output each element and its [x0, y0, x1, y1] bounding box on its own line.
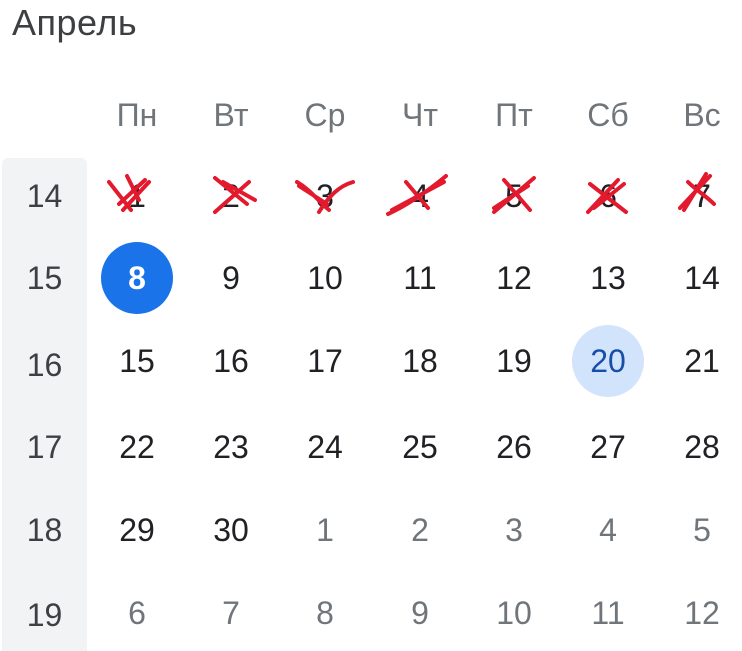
day-cell[interactable]: 25	[384, 411, 456, 483]
day-number: 8	[128, 260, 146, 296]
day-number: 27	[590, 429, 626, 465]
day-cell[interactable]: 27	[572, 411, 644, 483]
day-cell-crossed[interactable]: 4	[384, 160, 456, 232]
day-number: 11	[591, 595, 625, 631]
weekday-label: Пн	[116, 97, 158, 133]
day-number: 5	[693, 512, 711, 548]
day-cell-other-month[interactable]: 11	[572, 577, 644, 649]
day-cell[interactable]: 28	[666, 411, 738, 483]
day-number: 21	[684, 343, 720, 379]
day-cell[interactable]: 19	[478, 325, 550, 397]
day-cell-other-month[interactable]: 1	[289, 494, 361, 566]
day-number: 3	[316, 178, 334, 214]
day-cell-other-month[interactable]: 7	[195, 577, 267, 649]
day-cell-crossed[interactable]: 1	[101, 160, 173, 232]
day-number: 1	[316, 512, 334, 548]
day-cell-other-month[interactable]: 6	[101, 577, 173, 649]
day-number: 10	[307, 260, 343, 296]
day-number: 11	[403, 260, 437, 296]
day-number: 25	[402, 429, 438, 465]
day-number: 13	[590, 260, 626, 296]
weekday-label: Пт	[495, 97, 533, 133]
day-cell-other-month[interactable]: 4	[572, 494, 644, 566]
day-number: 28	[684, 429, 720, 465]
day-number: 12	[496, 260, 532, 296]
day-cell-other-month[interactable]: 10	[478, 577, 550, 649]
day-number: 12	[684, 595, 720, 631]
weekday-label: Ср	[304, 97, 346, 133]
day-cell[interactable]: 15	[101, 325, 173, 397]
day-number: 1	[128, 178, 146, 214]
day-cell-other-month[interactable]: 12	[666, 577, 738, 649]
day-number: 17	[307, 343, 343, 379]
day-cell[interactable]: 26	[478, 411, 550, 483]
week-number: 19	[26, 597, 63, 633]
day-number: 20	[590, 343, 626, 379]
day-cell[interactable]: 17	[289, 325, 361, 397]
week-number: 17	[26, 429, 63, 465]
day-cell-crossed[interactable]: 7	[666, 160, 738, 232]
day-cell-other-month[interactable]: 8	[289, 577, 361, 649]
day-cell[interactable]: 29	[101, 494, 173, 566]
day-number: 7	[693, 178, 711, 214]
week-number: 18	[26, 512, 63, 548]
day-cell[interactable]: 12	[478, 242, 550, 314]
day-number: 29	[119, 512, 155, 548]
day-cell[interactable]: 14	[666, 242, 738, 314]
weekday-label: Вс	[683, 97, 721, 133]
day-number: 4	[599, 512, 617, 548]
day-number: 14	[684, 260, 720, 296]
day-cell[interactable]: 18	[384, 325, 456, 397]
weekday-label: Сб	[587, 97, 629, 133]
day-cell[interactable]: 30	[195, 494, 267, 566]
day-cell[interactable]: 16	[195, 325, 267, 397]
day-number: 9	[222, 260, 240, 296]
day-number: 10	[496, 595, 532, 631]
day-number: 4	[411, 178, 429, 214]
day-number: 8	[316, 595, 334, 631]
day-number: 30	[213, 512, 249, 548]
day-cell[interactable]: 9	[195, 242, 267, 314]
day-cell-crossed[interactable]: 6	[572, 160, 644, 232]
day-number: 19	[496, 343, 532, 379]
day-cell[interactable]: 21	[666, 325, 738, 397]
day-number: 6	[599, 178, 617, 214]
week-number: 16	[26, 347, 63, 383]
day-number: 15	[119, 343, 155, 379]
day-cell-crossed[interactable]: 2	[195, 160, 267, 232]
day-number: 22	[119, 429, 155, 465]
day-cell[interactable]: 10	[289, 242, 361, 314]
day-cell-other-month[interactable]: 3	[478, 494, 550, 566]
day-number: 2	[222, 178, 240, 214]
day-cell-other-month[interactable]: 9	[384, 577, 456, 649]
day-cell-other-month[interactable]: 2	[384, 494, 456, 566]
day-number: 18	[402, 343, 438, 379]
day-number: 26	[496, 429, 532, 465]
day-cell-today[interactable]: 8	[101, 242, 173, 314]
day-number: 7	[222, 595, 240, 631]
weekday-label: Чт	[402, 97, 438, 133]
week-number: 14	[26, 178, 63, 214]
day-number: 5	[505, 178, 523, 214]
day-number: 9	[411, 595, 429, 631]
day-cell-crossed[interactable]: 3	[289, 160, 361, 232]
week-number: 15	[26, 260, 63, 296]
day-number: 16	[213, 343, 249, 379]
week-number-column	[2, 158, 87, 651]
day-number: 3	[505, 512, 523, 548]
day-cell[interactable]: 24	[289, 411, 361, 483]
day-cell[interactable]: 23	[195, 411, 267, 483]
weekday-label: Вт	[213, 97, 249, 133]
day-cell-selected[interactable]: 20	[572, 325, 644, 397]
day-cell-crossed[interactable]: 5	[478, 160, 550, 232]
day-cell[interactable]: 13	[572, 242, 644, 314]
month-title: Апрель	[12, 2, 138, 43]
day-number: 6	[128, 595, 146, 631]
day-cell-other-month[interactable]: 5	[666, 494, 738, 566]
day-number: 24	[307, 429, 343, 465]
day-cell[interactable]: 22	[101, 411, 173, 483]
day-number: 23	[213, 429, 249, 465]
day-number: 2	[411, 512, 429, 548]
day-cell[interactable]: 11	[384, 242, 456, 314]
